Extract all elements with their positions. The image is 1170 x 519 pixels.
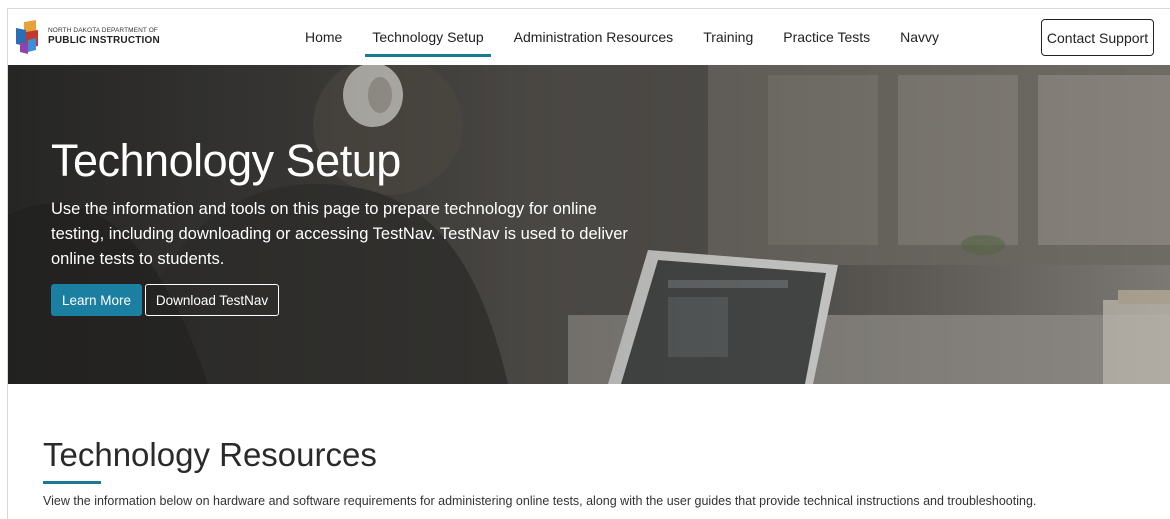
nav-item-practice-tests[interactable]: Practice Tests	[776, 9, 877, 65]
nav-item-navvy[interactable]: Navvy	[893, 9, 946, 65]
nav-item-administration-resources[interactable]: Administration Resources	[507, 9, 681, 65]
section-title: Technology Resources	[43, 436, 377, 473]
main-nav: Home Technology Setup Administration Res…	[290, 9, 954, 65]
hero-description: Use the information and tools on this pa…	[51, 200, 628, 268]
download-testnav-button[interactable]: Download TestNav	[145, 284, 279, 316]
site-header: NORTH DAKOTA DEPARTMENT OF PUBLIC INSTRU…	[8, 9, 1170, 65]
section-title-underline	[43, 481, 101, 484]
section-description: View the information below on hardware a…	[43, 494, 1037, 508]
nav-item-technology-setup[interactable]: Technology Setup	[365, 9, 491, 65]
nav-item-training[interactable]: Training	[696, 9, 760, 65]
nav-item-home[interactable]: Home	[298, 9, 349, 65]
hero-banner: Technology Setup Use the information and…	[8, 65, 1170, 384]
logo-title: PUBLIC INSTRUCTION	[48, 34, 160, 46]
nd-logo-icon	[14, 20, 42, 54]
contact-support-button[interactable]: Contact Support	[1041, 19, 1154, 56]
hero-title: Technology Setup	[51, 135, 401, 186]
learn-more-button[interactable]: Learn More	[51, 284, 142, 316]
site-logo[interactable]: NORTH DAKOTA DEPARTMENT OF PUBLIC INSTRU…	[14, 19, 164, 55]
logo-subtitle: NORTH DAKOTA DEPARTMENT OF	[48, 27, 158, 35]
